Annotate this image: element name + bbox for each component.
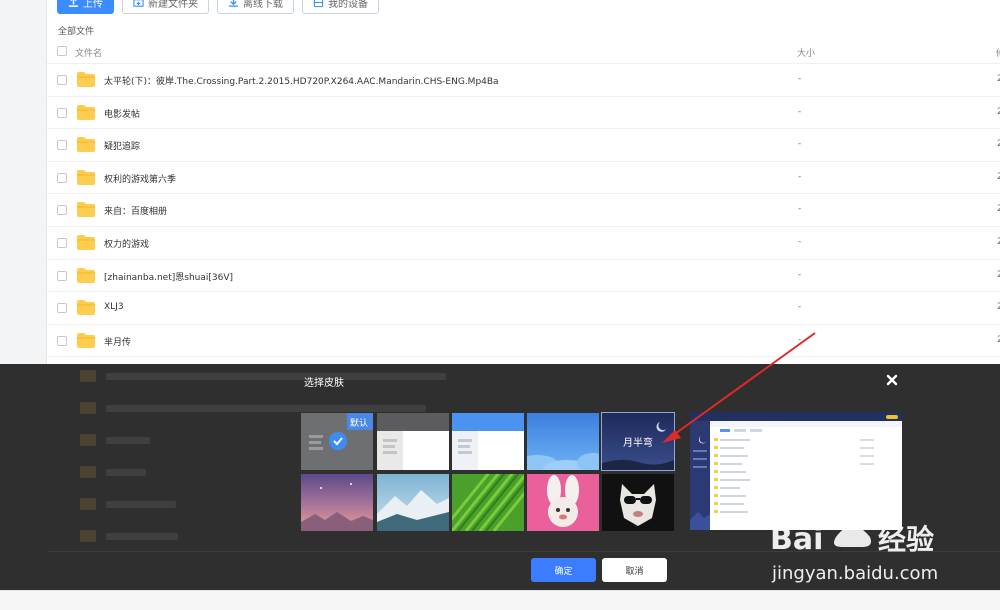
- download-icon: [228, 0, 239, 7]
- folder-icon: [77, 300, 95, 316]
- row-checkbox[interactable]: [57, 205, 67, 216]
- folder-icon: [77, 234, 95, 250]
- offline-download-button[interactable]: 离线下载: [217, 0, 294, 14]
- file-size: -: [798, 171, 802, 182]
- new-folder-button[interactable]: 新建文件夹: [122, 0, 209, 14]
- confirm-button[interactable]: 确定: [531, 558, 596, 582]
- file-size: -: [798, 302, 802, 313]
- file-row[interactable]: 权力的游戏 -2: [47, 227, 1000, 260]
- file-row[interactable]: 芈月传 -2: [47, 325, 1000, 358]
- file-list-header: 文件名 大小 修: [47, 40, 1000, 64]
- bottom-status-strip: [0, 590, 1000, 610]
- skin-default-gray[interactable]: 默认: [301, 413, 373, 470]
- folder-icon: [77, 267, 95, 283]
- skin-blue-sky[interactable]: [527, 413, 599, 470]
- file-name[interactable]: 来自：百度相册: [104, 204, 167, 217]
- file-row[interactable]: XLJ3-2: [47, 292, 1000, 325]
- cancel-button[interactable]: 取消: [602, 558, 667, 582]
- row-checkbox[interactable]: [57, 270, 67, 281]
- folder-icon: [77, 72, 95, 87]
- file-name[interactable]: XLJ3: [104, 302, 124, 312]
- row-checkbox[interactable]: [57, 107, 67, 118]
- row-checkbox[interactable]: [57, 335, 67, 346]
- moon-skin-label: 月半弯: [623, 438, 653, 449]
- svg-text:Bai: Bai: [770, 522, 823, 557]
- file-name[interactable]: 芈月传: [104, 335, 131, 348]
- watermark-url: jingyan.baidu.com: [772, 563, 939, 584]
- upload-button[interactable]: 上传: [57, 0, 114, 14]
- file-size: -: [798, 269, 802, 280]
- upload-icon: [68, 0, 79, 7]
- offline-download-label: 离线下载: [243, 0, 283, 10]
- my-devices-button[interactable]: 我的设备: [302, 0, 379, 14]
- file-name[interactable]: [zhainanba.net]恩shuai[36V]: [104, 270, 233, 283]
- file-row[interactable]: [zhainanba.net]恩shuai[36V] -2: [47, 260, 1000, 293]
- svg-text:经验: 经验: [878, 523, 934, 556]
- row-checkbox[interactable]: [57, 172, 67, 183]
- skin-snow-mountain[interactable]: [377, 474, 449, 531]
- row-checkbox[interactable]: [57, 237, 67, 248]
- file-size: -: [798, 106, 802, 117]
- skin-light-blue[interactable]: [452, 413, 524, 470]
- folder-icon: [77, 332, 95, 348]
- file-size: -: [798, 334, 802, 345]
- file-row[interactable]: 权利的游戏第六季 -2: [47, 162, 1000, 195]
- column-size-header[interactable]: 大小: [797, 46, 815, 59]
- column-name-header[interactable]: 文件名: [75, 46, 102, 59]
- new-folder-label: 新建文件夹: [148, 0, 198, 10]
- selected-check-icon: [329, 432, 347, 450]
- file-row[interactable]: 太平轮(下)：彼岸.The.Crossing.Part.2.2015.HD720…: [47, 64, 1000, 97]
- upload-label: 上传: [83, 0, 103, 10]
- row-checkbox[interactable]: [57, 75, 67, 85]
- row-checkbox[interactable]: [57, 140, 67, 151]
- file-name[interactable]: 权利的游戏第六季: [104, 172, 176, 185]
- close-icon[interactable]: [884, 372, 900, 388]
- device-icon: [313, 0, 324, 7]
- skin-cool-dog[interactable]: [602, 474, 674, 531]
- file-name[interactable]: 权力的游戏: [104, 237, 149, 250]
- folder-icon: [77, 169, 95, 185]
- file-row[interactable]: 疑犯追踪 -2: [47, 129, 1000, 162]
- file-size: -: [798, 236, 802, 247]
- my-devices-label: 我的设备: [328, 0, 368, 10]
- row-checkbox[interactable]: [57, 303, 67, 314]
- file-name[interactable]: 太平轮(下)：彼岸.The.Crossing.Part.2.2015.HD720…: [104, 74, 499, 87]
- file-size: -: [798, 74, 802, 84]
- app-root: 上传 新建文件夹 离线下载 我的设备 全部文件 文件名 大小 修 太平轮(下)：…: [0, 0, 1000, 610]
- column-modified-header[interactable]: 修: [996, 46, 1000, 59]
- skin-purple-dusk[interactable]: [301, 474, 373, 531]
- folder-icon: [77, 104, 95, 120]
- folder-icon: [77, 137, 95, 153]
- file-list: 太平轮(下)：彼岸.The.Crossing.Part.2.2015.HD720…: [47, 64, 1000, 358]
- default-badge: 默认: [350, 419, 369, 429]
- skin-light-gray[interactable]: [377, 413, 449, 470]
- select-all-checkbox[interactable]: [57, 46, 67, 56]
- skin-moon-night[interactable]: 月半弯: [601, 412, 675, 471]
- file-size: -: [798, 139, 802, 150]
- new-folder-icon: [133, 0, 144, 7]
- file-name[interactable]: 电影发帖: [104, 107, 140, 120]
- skin-green-leaf[interactable]: [452, 474, 524, 531]
- toolbar: 上传 新建文件夹 离线下载 我的设备: [57, 0, 379, 14]
- breadcrumb[interactable]: 全部文件: [58, 24, 94, 37]
- file-row[interactable]: 电影发帖 -2: [47, 97, 1000, 130]
- file-row[interactable]: 来自：百度相册 -2: [47, 194, 1000, 227]
- folder-icon: [77, 202, 95, 218]
- skin-dialog-title: 选择皮肤: [304, 378, 344, 389]
- file-size: -: [798, 204, 802, 215]
- skin-grid: 默认 月半弯: [301, 412, 676, 532]
- file-name[interactable]: 疑犯追踪: [104, 139, 140, 152]
- skin-pink-bunny[interactable]: [527, 474, 599, 531]
